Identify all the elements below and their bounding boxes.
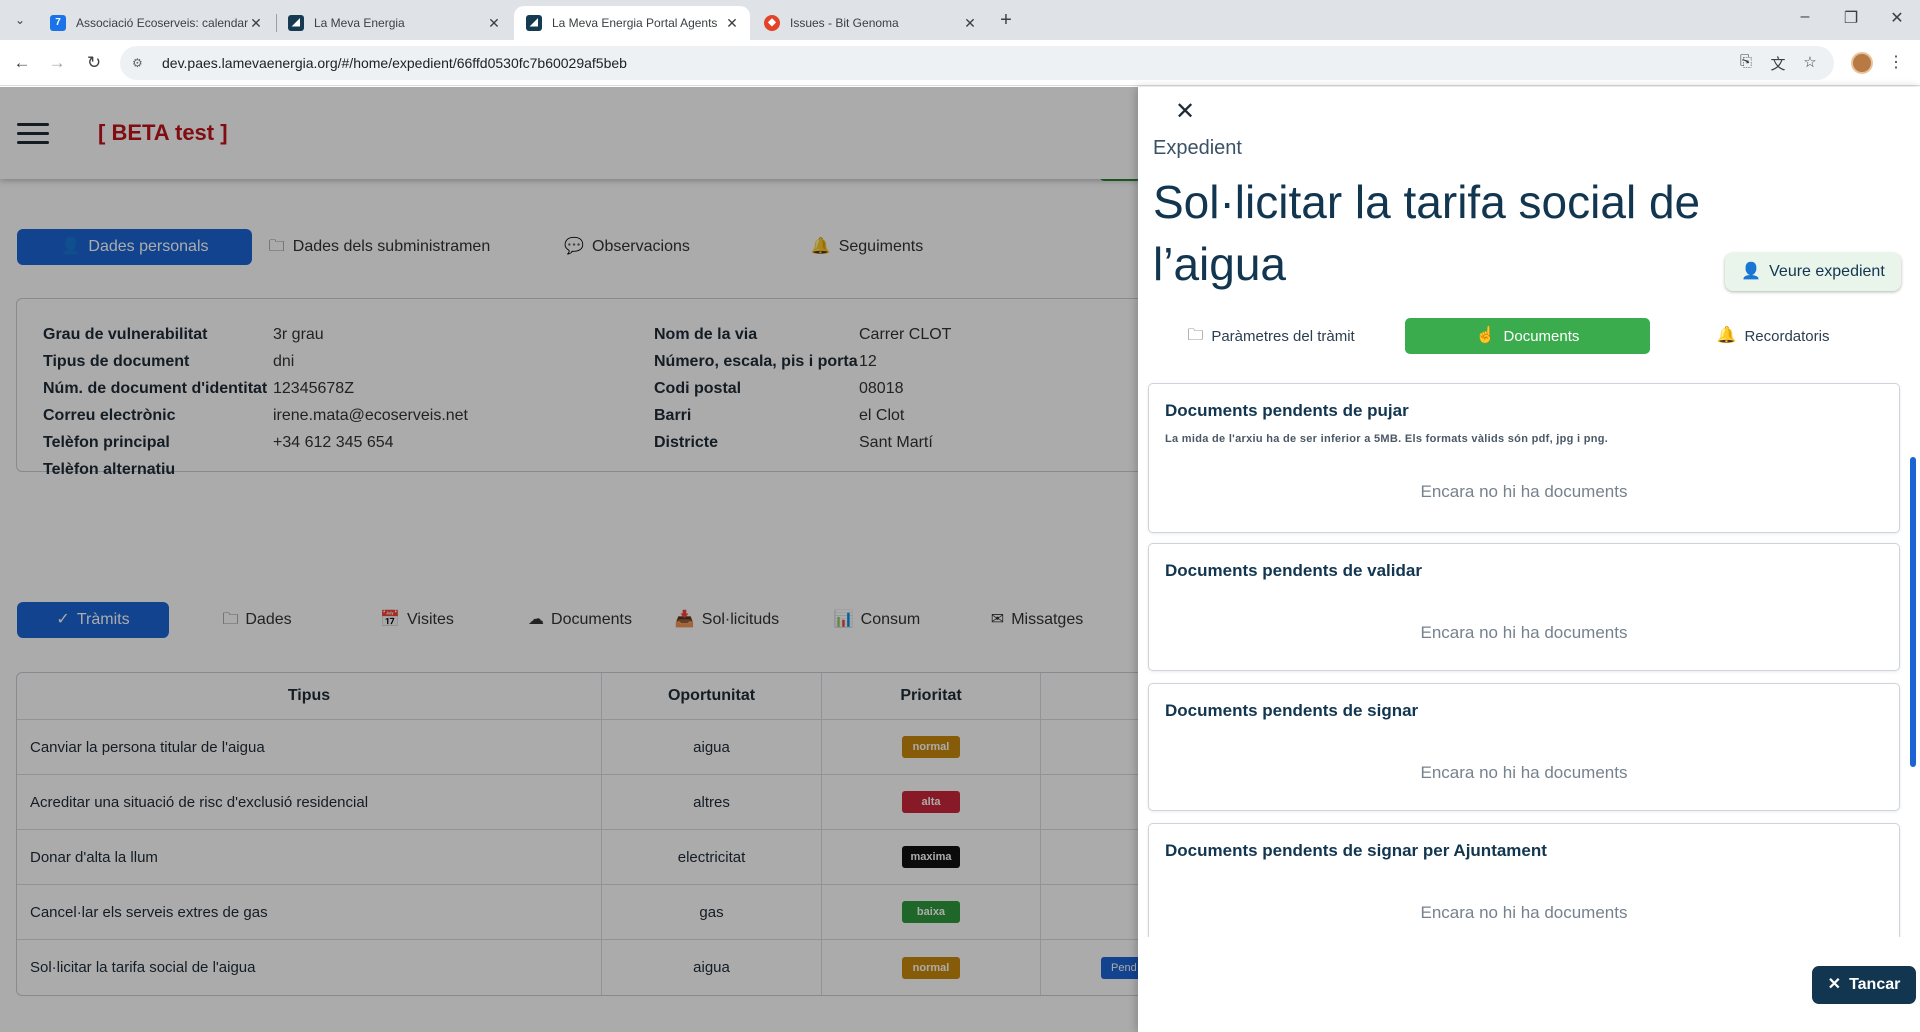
site-info-icon[interactable]: ⚙ xyxy=(132,56,148,70)
section-title: Documents pendents de signar xyxy=(1165,701,1419,720)
empty-message: Encara no hi ha documents xyxy=(1420,623,1628,642)
browser-tab-calendar[interactable]: 7 Associació Ecoserveis: calendari ✕ xyxy=(38,6,274,40)
drawer-scrollbar[interactable] xyxy=(1910,457,1916,767)
empty-message: Encara no hi ha documents xyxy=(1420,482,1628,501)
translate-icon[interactable]: 文 xyxy=(1768,53,1788,74)
veure-expedient-button[interactable]: 👤 Veure expedient xyxy=(1725,253,1901,291)
forward-arrow-icon[interactable]: → xyxy=(45,51,69,75)
minimize-icon[interactable]: – xyxy=(1790,8,1820,26)
tab-documents[interactable]: ☝ Documents xyxy=(1405,318,1650,354)
documents-pending-validate-card: Documents pendents de validar Encara no … xyxy=(1148,543,1900,671)
browser-menu-icon[interactable]: ⋮ xyxy=(1888,52,1904,72)
close-tab-icon[interactable]: ✕ xyxy=(248,15,264,32)
tab-title: La Meva Energia xyxy=(314,16,405,30)
tab-title: Associació Ecoserveis: calendari xyxy=(76,16,248,30)
close-icon[interactable]: ✕ xyxy=(1172,97,1198,126)
tab-title: La Meva Energia Portal Agents xyxy=(552,16,718,30)
empty-message: Encara no hi ha documents xyxy=(1420,763,1628,782)
expedient-drawer: ✕ Expedient Sol·licitar la tarifa social… xyxy=(1138,87,1920,1032)
close-tab-icon[interactable]: ✕ xyxy=(486,15,502,32)
bookmark-star-icon[interactable]: ☆ xyxy=(1800,53,1820,71)
close-tab-icon[interactable]: ✕ xyxy=(724,15,740,32)
install-app-icon[interactable]: ⎘ xyxy=(1736,53,1756,70)
window-close-icon[interactable]: ✕ xyxy=(1882,8,1912,28)
browser-tab-issues[interactable]: ◆ Issues - Bit Genoma ✕ xyxy=(752,6,988,40)
tab-title: Issues - Bit Genoma xyxy=(790,16,899,30)
user-icon: 👤 xyxy=(1741,263,1762,280)
section-title: Documents pendents de validar xyxy=(1165,561,1422,580)
bell-icon: 🔔 xyxy=(1716,327,1737,344)
tab-parametres-tramit[interactable]: 🗀 Paràmetres del tràmit xyxy=(1176,318,1366,354)
reload-icon[interactable]: ↻ xyxy=(82,51,106,75)
browser-tab-lamevaenergia[interactable]: ◢ La Meva Energia ✕ xyxy=(276,6,512,40)
new-tab-plus-icon[interactable]: + xyxy=(994,9,1018,32)
profile-avatar[interactable] xyxy=(1851,52,1873,74)
browser-tab-strip: ⌄ 7 Associació Ecoserveis: calendari ✕ ◢… xyxy=(0,0,1920,40)
gitlab-favicon-icon: ◆ xyxy=(764,15,780,31)
tab-recordatoris[interactable]: 🔔 Recordatoris xyxy=(1708,318,1838,354)
documents-pending-sign-card: Documents pendents de signar Encara no h… xyxy=(1148,683,1900,811)
lamevaenergia-favicon-icon: ◢ xyxy=(288,15,304,31)
hand-icon: ☝ xyxy=(1475,327,1496,344)
url-bar[interactable]: ⚙ dev.paes.lamevaenergia.org/#/home/expe… xyxy=(120,46,1834,80)
browser-toolbar: ← → ↻ ⚙ dev.paes.lamevaenergia.org/#/hom… xyxy=(0,40,1920,86)
url-text: dev.paes.lamevaenergia.org/#/home/expedi… xyxy=(162,55,627,71)
close-tab-icon[interactable]: ✕ xyxy=(962,15,978,32)
documents-pending-upload-card: Documents pendents de pujar La mida de l… xyxy=(1148,383,1900,533)
tancar-button[interactable]: ✕ Tancar xyxy=(1812,966,1916,1004)
upload-hint: La mida de l'arxiu ha de ser inferior a … xyxy=(1165,433,1609,445)
lamevaenergia-favicon-icon: ◢ xyxy=(526,15,542,31)
folder-icon: 🗀 xyxy=(1187,327,1204,344)
tab-search-dropdown-icon[interactable]: ⌄ xyxy=(10,10,30,30)
section-title: Documents pendents de signar per Ajuntam… xyxy=(1165,841,1547,860)
drawer-title: Sol·licitar la tarifa social de l’aigua xyxy=(1153,176,1701,290)
empty-message: Encara no hi ha documents xyxy=(1420,903,1628,922)
drawer-tabs: 🗀 Paràmetres del tràmit ☝ Documents 🔔 Re… xyxy=(1138,315,1920,355)
back-arrow-icon[interactable]: ← xyxy=(10,51,34,75)
browser-tab-portal-agents[interactable]: ◢ La Meva Energia Portal Agents ✕ xyxy=(514,6,750,40)
close-icon: ✕ xyxy=(1827,976,1842,993)
calendar-favicon-icon: 7 xyxy=(50,15,66,31)
documents-scroll-area[interactable]: Documents pendents de pujar La mida de l… xyxy=(1138,375,1920,937)
section-title: Documents pendents de pujar xyxy=(1165,401,1409,420)
documents-pending-sign-ajuntament-card: Documents pendents de signar per Ajuntam… xyxy=(1148,823,1900,937)
restore-icon[interactable]: ❐ xyxy=(1836,8,1866,28)
drawer-kicker: Expedient xyxy=(1153,137,1242,159)
modal-backdrop[interactable] xyxy=(0,87,1138,1032)
